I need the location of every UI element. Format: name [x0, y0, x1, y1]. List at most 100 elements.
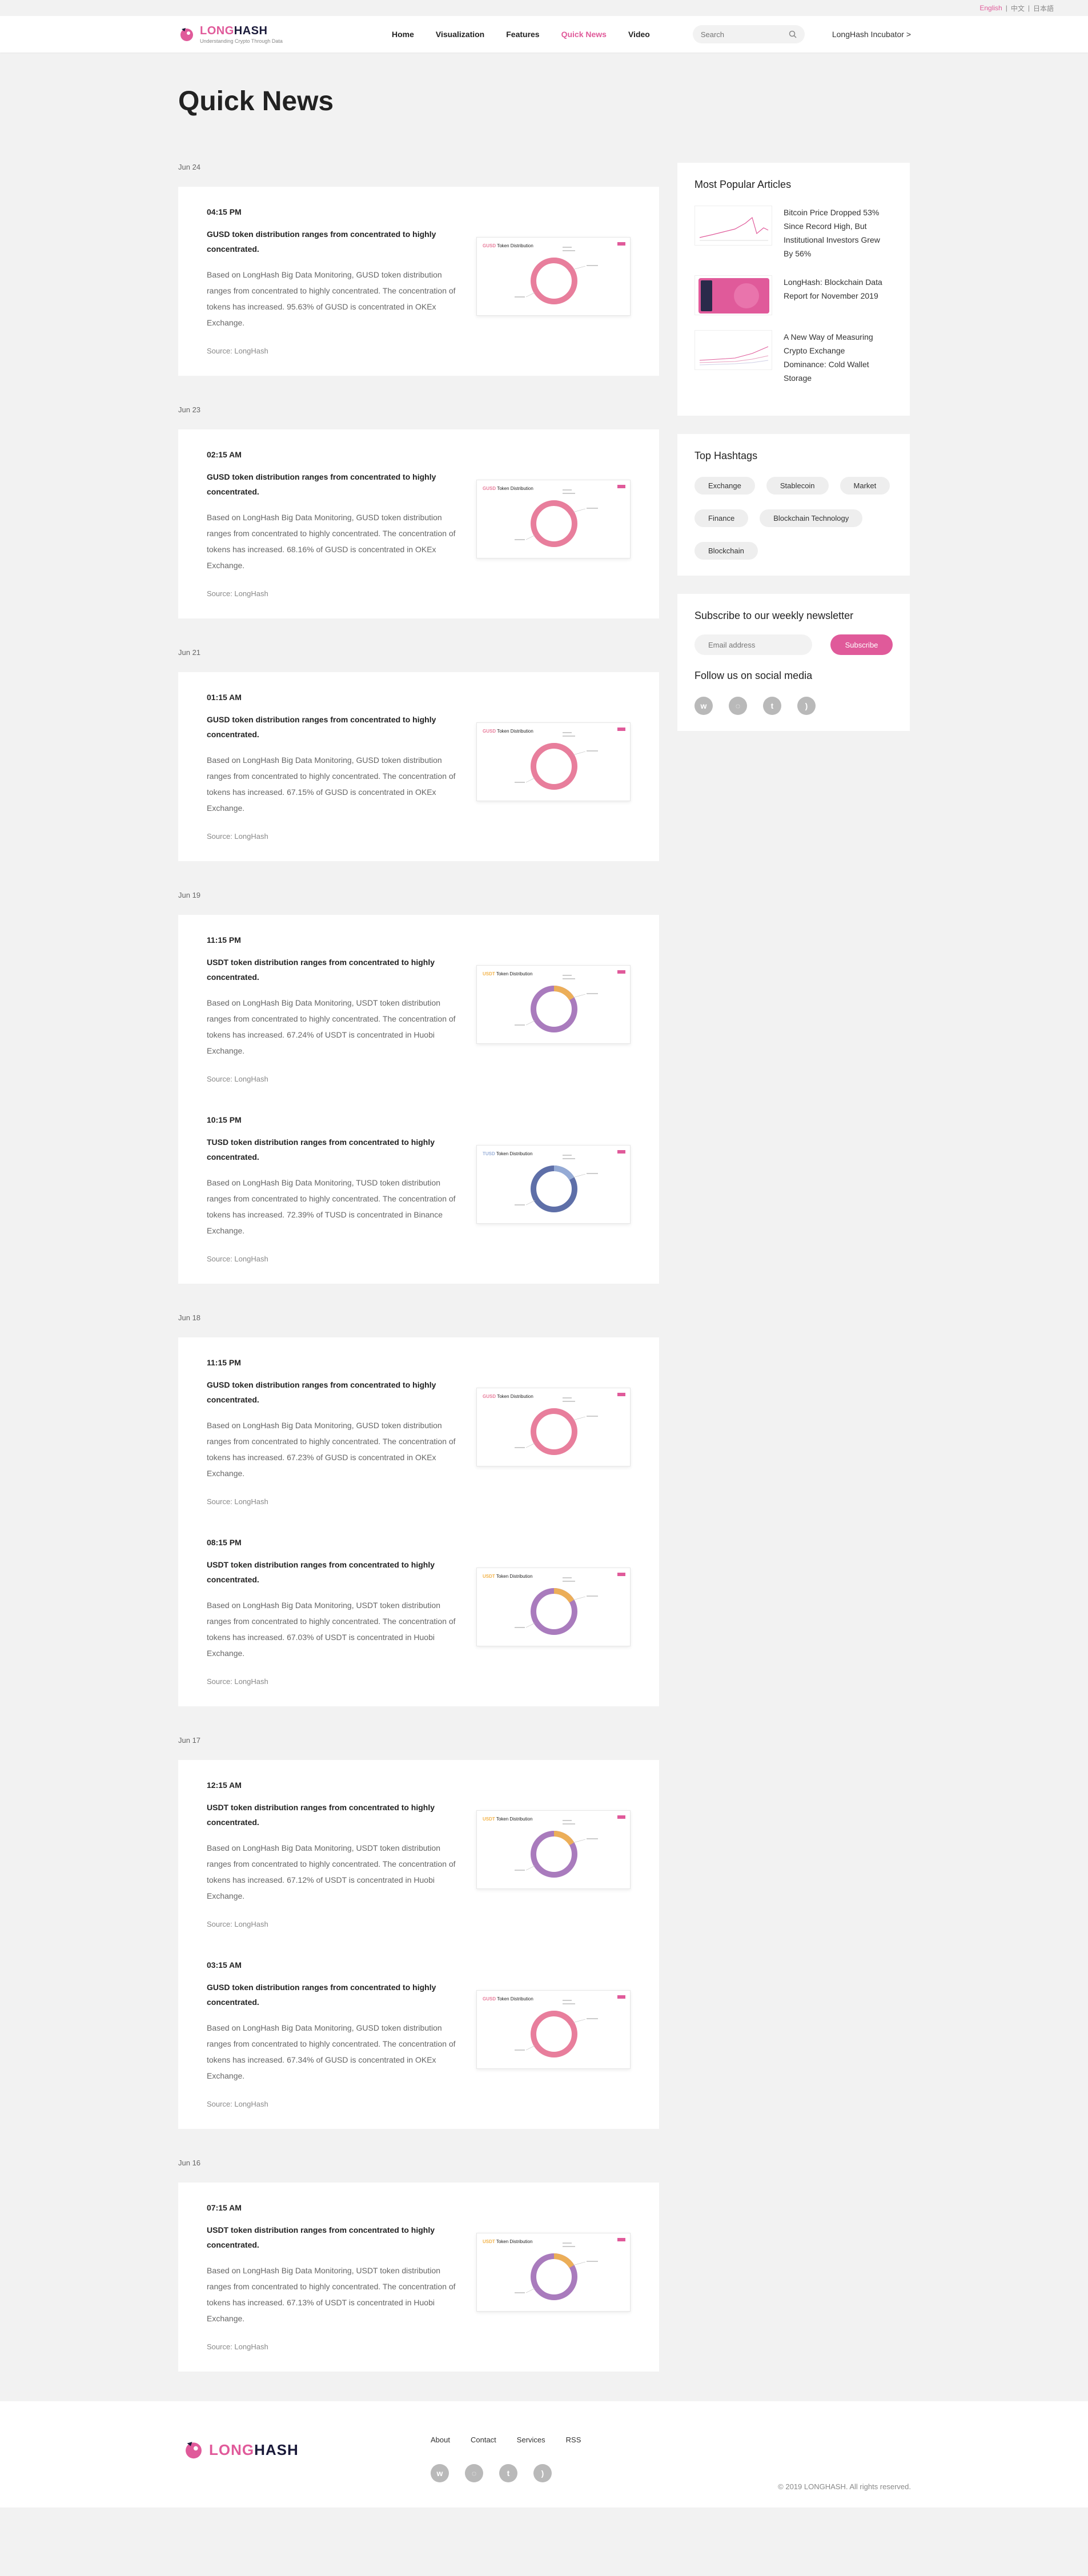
date-label: Jun 18	[178, 1313, 201, 1322]
token-distribution-thumbnail[interactable]: GUSD Token Distribution	[476, 722, 631, 801]
incubator-link[interactable]: LongHash Incubator >	[832, 30, 911, 39]
news-item[interactable]: 07:15 AM USDT token distribution ranges f…	[207, 2203, 631, 2351]
search-box	[692, 25, 805, 43]
weibo-icon[interactable]: w	[694, 697, 713, 715]
footer-link-services[interactable]: Services	[517, 2436, 545, 2444]
news-headline[interactable]: GUSD token distribution ranges from conc…	[207, 1980, 458, 2010]
lang-english[interactable]: English	[979, 4, 1002, 12]
lang-separator: |	[1027, 4, 1030, 12]
news-item[interactable]: 02:15 AM GUSD token distribution ranges f…	[207, 450, 631, 598]
longhash-logo-icon	[617, 1815, 625, 1819]
token-distribution-thumbnail[interactable]: GUSD Token Distribution	[476, 1388, 631, 1466]
popular-article-title[interactable]: Bitcoin Price Dropped 53% Since Record H…	[784, 206, 889, 260]
hashtag-market[interactable]: Market	[840, 477, 890, 495]
nav-visualization[interactable]: Visualization	[436, 30, 484, 39]
lang-japanese[interactable]: 日本語	[1033, 3, 1054, 13]
language-bar: English | 中文 | 日本語	[0, 0, 1088, 16]
news-source: Source: LongHash	[207, 347, 268, 355]
token-distribution-thumbnail[interactable]: GUSD Token Distribution	[476, 480, 631, 558]
news-time: 07:15 AM	[207, 2203, 242, 2212]
news-headline[interactable]: GUSD token distribution ranges from conc…	[207, 1377, 458, 1407]
logo-wordmark: LONGHASH	[200, 25, 268, 37]
news-item[interactable]: 03:15 AM GUSD token distribution ranges f…	[207, 1960, 631, 2108]
news-item[interactable]: 01:15 AM GUSD token distribution ranges f…	[207, 693, 631, 841]
hashtag-blockchain[interactable]: Blockchain	[694, 542, 758, 560]
weibo-icon[interactable]: w	[431, 2464, 449, 2482]
news-source: Source: LongHash	[207, 1075, 268, 1083]
token-distribution-thumbnail[interactable]: USDT Token Distribution	[476, 965, 631, 1044]
news-item[interactable]: 12:15 AM USDT token distribution ranges f…	[207, 1781, 631, 1928]
hashtag-finance[interactable]: Finance	[694, 509, 749, 527]
twitter-icon[interactable]: t	[763, 697, 781, 715]
thumb-title: Token Distribution	[496, 1151, 533, 1156]
popular-article-title[interactable]: LongHash: Blockchain Data Report for Nov…	[784, 275, 889, 315]
thumb-token: GUSD	[483, 1394, 496, 1399]
footer-logo[interactable]: LONGHASH	[183, 2439, 299, 2461]
news-body: Based on LongHash Big Data Monitoring, U…	[207, 1601, 456, 1658]
rss-icon[interactable]: )	[797, 697, 816, 715]
thumb-token: USDT	[483, 1817, 495, 1822]
thumb-title: Token Distribution	[497, 1996, 533, 2002]
news-headline[interactable]: USDT token distribution ranges from conc…	[207, 2223, 458, 2252]
rss-icon[interactable]: )	[533, 2464, 552, 2482]
nav-quick-news[interactable]: Quick News	[561, 30, 607, 39]
popular-article[interactable]: LongHash: Blockchain Data Report for Nov…	[694, 275, 893, 315]
news-headline[interactable]: USDT token distribution ranges from conc…	[207, 1800, 458, 1830]
news-source: Source: LongHash	[207, 589, 268, 598]
nav-video[interactable]: Video	[628, 30, 650, 39]
thumb-title: Token Distribution	[497, 1394, 533, 1399]
news-time: 01:15 AM	[207, 693, 242, 702]
subscribe-button[interactable]: Subscribe	[830, 634, 893, 655]
lang-chinese[interactable]: 中文	[1011, 3, 1025, 13]
token-distribution-thumbnail[interactable]: GUSD Token Distribution	[476, 1990, 631, 2069]
news-source: Source: LongHash	[207, 1255, 268, 1263]
news-item[interactable]: 08:15 PM USDT token distribution ranges f…	[207, 1538, 631, 1686]
search-input[interactable]	[700, 30, 781, 39]
hashtag-exchange[interactable]: Exchange	[694, 477, 755, 495]
site-logo[interactable]: LONGHASH Understanding Crypto Through Da…	[178, 25, 327, 44]
footer-link-about[interactable]: About	[431, 2436, 450, 2444]
news-body: Based on LongHash Big Data Monitoring, T…	[207, 1178, 456, 1235]
nav-home[interactable]: Home	[392, 30, 414, 39]
popular-article[interactable]: A New Way of Measuring Crypto Exchange D…	[694, 330, 893, 385]
wechat-icon[interactable]: ◌	[729, 697, 747, 715]
popular-article[interactable]: Bitcoin Price Dropped 53% Since Record H…	[694, 206, 893, 260]
news-headline[interactable]: GUSD token distribution ranges from conc…	[207, 469, 458, 499]
footer-link-contact[interactable]: Contact	[471, 2436, 496, 2444]
news-source: Source: LongHash	[207, 1677, 268, 1686]
page-title: Quick News	[178, 86, 334, 116]
token-distribution-thumbnail[interactable]: TUSD Token Distribution	[476, 1145, 631, 1224]
news-headline[interactable]: USDT token distribution ranges from conc…	[207, 1557, 458, 1587]
token-distribution-thumbnail[interactable]: USDT Token Distribution	[476, 2233, 631, 2312]
longhash-logo-icon	[617, 728, 625, 731]
twitter-icon[interactable]: t	[499, 2464, 517, 2482]
token-distribution-thumbnail[interactable]: USDT Token Distribution	[476, 1568, 631, 1646]
news-group: 07:15 AM USDT token distribution ranges f…	[178, 2183, 659, 2372]
hashtag-blockchain-technology[interactable]: Blockchain Technology	[760, 509, 863, 527]
thumb-token: GUSD	[483, 243, 496, 248]
footer-link-rss[interactable]: RSS	[566, 2436, 581, 2444]
news-body: Based on LongHash Big Data Monitoring, G…	[207, 2023, 456, 2080]
news-item[interactable]: 11:15 PM GUSD token distribution ranges f…	[207, 1358, 631, 1506]
site-header: LONGHASH Understanding Crypto Through Da…	[0, 16, 1088, 53]
news-body: Based on LongHash Big Data Monitoring, U…	[207, 998, 456, 1055]
nav-features[interactable]: Features	[506, 30, 539, 39]
hashtag-stablecoin[interactable]: Stablecoin	[766, 477, 829, 495]
token-distribution-thumbnail[interactable]: USDT Token Distribution	[476, 1810, 631, 1889]
news-item[interactable]: 10:15 PM TUSD token distribution ranges f…	[207, 1115, 631, 1263]
search-icon[interactable]	[789, 30, 797, 38]
email-field[interactable]	[694, 634, 812, 655]
news-item[interactable]: 04:15 PM GUSD token distribution ranges f…	[207, 207, 631, 355]
news-headline[interactable]: GUSD token distribution ranges from conc…	[207, 712, 458, 742]
news-time: 12:15 AM	[207, 1781, 242, 1790]
news-headline[interactable]: GUSD token distribution ranges from conc…	[207, 227, 458, 256]
news-headline[interactable]: USDT token distribution ranges from conc…	[207, 955, 458, 984]
news-time: 10:15 PM	[207, 1115, 242, 1124]
longhash-logo-icon	[186, 2442, 202, 2459]
token-distribution-thumbnail[interactable]: GUSD Token Distribution	[476, 237, 631, 316]
popular-article-title[interactable]: A New Way of Measuring Crypto Exchange D…	[784, 330, 889, 385]
wechat-icon[interactable]: ◌	[465, 2464, 483, 2482]
news-feed: Jun 24 04:15 PM GUSD token distribution ra…	[178, 163, 659, 2401]
news-item[interactable]: 11:15 PM USDT token distribution ranges f…	[207, 935, 631, 1083]
news-headline[interactable]: TUSD token distribution ranges from conc…	[207, 1135, 458, 1164]
